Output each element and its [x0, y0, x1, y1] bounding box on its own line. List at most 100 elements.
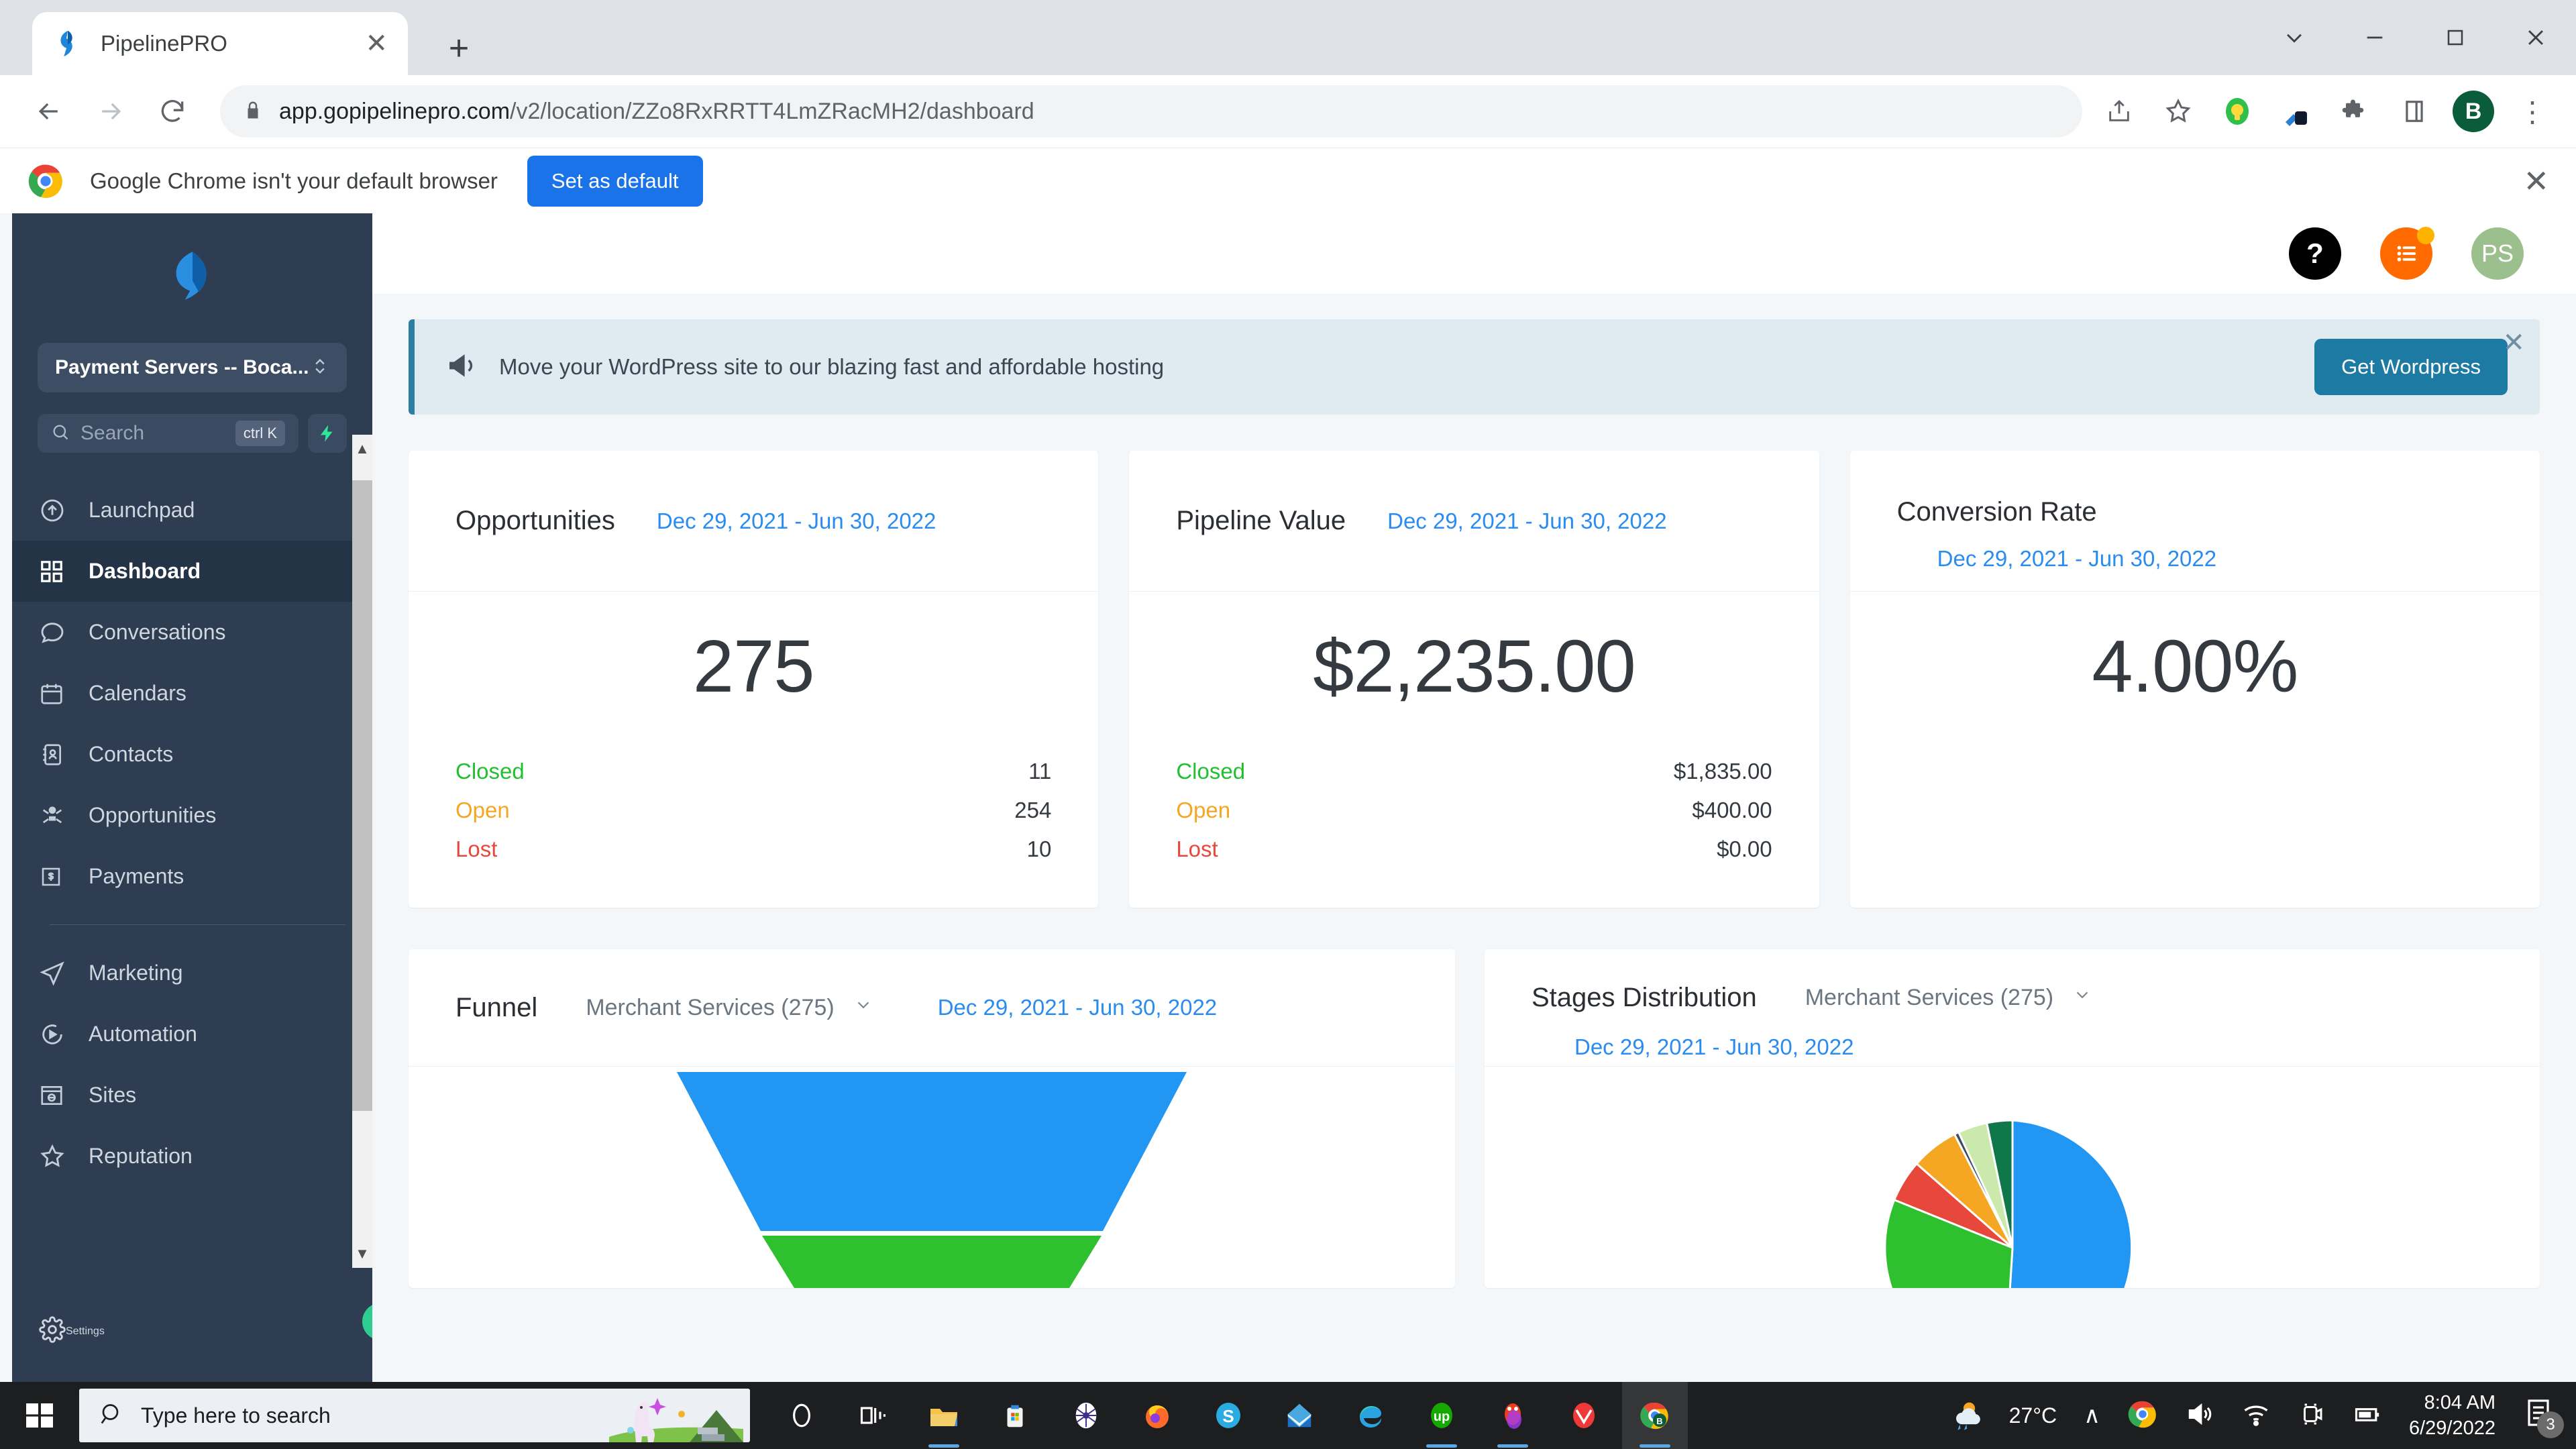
sidebar-item-reputation[interactable]: Reputation	[12, 1126, 372, 1187]
taskbar-clock[interactable]: 8:04 AM 6/29/2022	[2409, 1390, 2496, 1442]
notification-center-button[interactable]: 3	[2522, 1397, 2564, 1438]
sidebar-label: Sites	[89, 1083, 137, 1107]
mail-icon[interactable]	[1267, 1382, 1332, 1449]
tasks-button[interactable]	[2380, 227, 2434, 280]
tray-expand-icon[interactable]: ∧	[2084, 1402, 2100, 1429]
upwork-icon[interactable]: up	[1409, 1382, 1474, 1449]
taskbar-search-placeholder: Type here to search	[141, 1403, 331, 1428]
sidebar-item-launchpad[interactable]: Launchpad	[12, 480, 372, 541]
stages-panel: Stages Distribution Merchant Services (2…	[1485, 949, 2540, 1288]
minimize-window-button[interactable]	[2334, 0, 2415, 75]
dashboard-grid-icon	[39, 559, 76, 584]
sidebar-item-opportunities[interactable]: Opportunities	[12, 785, 372, 846]
sidebar-item-automation[interactable]: Automation	[12, 1004, 372, 1065]
sidebar-scrollbar[interactable]: ▲ ▼	[352, 435, 372, 1268]
get-wordpress-button[interactable]: Get Wordpress	[2314, 339, 2508, 395]
tasks-notification-dot	[2417, 227, 2434, 244]
weather-icon[interactable]	[1947, 1397, 1982, 1435]
launchpad-icon	[39, 497, 76, 524]
card-legend: Closed 11 Open 254 Lost 10	[455, 752, 1051, 869]
pipelinepro-favicon-icon	[52, 28, 83, 59]
photoshop-icon[interactable]	[1480, 1382, 1546, 1449]
share-icon[interactable]	[2098, 91, 2140, 132]
side-panel-icon[interactable]	[2394, 91, 2435, 132]
infobar-close-icon[interactable]: ✕	[2523, 163, 2549, 199]
sidebar-item-contacts[interactable]: Contacts	[12, 724, 372, 785]
app-logo	[12, 213, 372, 337]
address-bar[interactable]: app.gopipelinepro.com/v2/location/ZZo8Rx…	[220, 85, 2082, 138]
sidebar-item-settings[interactable]: Settings	[12, 1301, 372, 1362]
notification-count-badge: 3	[2537, 1411, 2564, 1438]
chevron-down-icon	[853, 995, 873, 1021]
back-button-icon[interactable]	[23, 85, 75, 138]
sidebar-label: Settings	[66, 1325, 105, 1337]
tab-search-chevron-icon[interactable]	[2254, 0, 2334, 75]
card-header: Opportunities Dec 29, 2021 - Jun 30, 202…	[409, 451, 1099, 592]
megaphone-icon	[447, 350, 478, 384]
sidebar-item-payments[interactable]: Payments	[12, 846, 372, 907]
panel-title: Stages Distribution	[1532, 982, 1757, 1012]
scrollbar-thumb[interactable]	[352, 480, 372, 1111]
stages-date-range[interactable]: Dec 29, 2021 - Jun 30, 2022	[1574, 1034, 1854, 1060]
search-input[interactable]: Search ctrl K	[38, 414, 299, 453]
eyedropper-extension-icon[interactable]	[2275, 91, 2317, 132]
battery-icon[interactable]	[2353, 1399, 2382, 1432]
quick-action-bolt-icon[interactable]	[308, 414, 347, 453]
task-view-icon[interactable]	[840, 1382, 906, 1449]
forward-button-icon[interactable]	[85, 85, 137, 138]
browser-tab[interactable]: PipelinePRO ✕	[32, 12, 408, 75]
scroll-down-arrow-icon[interactable]: ▼	[352, 1240, 372, 1268]
skype-icon[interactable]: S	[1195, 1382, 1261, 1449]
chrome-menu-icon[interactable]: ⋮	[2512, 91, 2553, 132]
close-window-button[interactable]	[2496, 0, 2576, 75]
card-date-range[interactable]: Dec 29, 2021 - Jun 30, 2022	[1387, 508, 1666, 534]
sidebar-item-conversations[interactable]: Conversations	[12, 602, 372, 663]
help-button[interactable]: ?	[2289, 227, 2341, 280]
new-tab-button[interactable]: +	[435, 24, 483, 72]
user-avatar[interactable]: PS	[2471, 227, 2524, 280]
sidebar-label: Contacts	[89, 742, 174, 766]
clock-date: 6/29/2022	[2408, 1417, 2496, 1439]
vivaldi-icon[interactable]	[1551, 1382, 1617, 1449]
chrome-icon[interactable]: B	[1622, 1382, 1688, 1449]
wifi-icon[interactable]	[2241, 1399, 2271, 1432]
start-button[interactable]	[0, 1382, 79, 1449]
legend-value: $0.00	[1717, 837, 1772, 861]
sidebar-label: Reputation	[89, 1144, 193, 1168]
camera-icon[interactable]	[2298, 1400, 2326, 1432]
edge-icon[interactable]	[1338, 1382, 1403, 1449]
chrome-tray-icon[interactable]	[2127, 1399, 2158, 1433]
reload-button-icon[interactable]	[146, 85, 199, 138]
file-explorer-icon[interactable]	[911, 1382, 977, 1449]
stages-pipeline-select[interactable]: Merchant Services (275)	[1805, 985, 2092, 1011]
scroll-up-arrow-icon[interactable]: ▲	[352, 435, 372, 463]
funnel-pipeline-select[interactable]: Merchant Services (275)	[586, 995, 873, 1021]
account-switcher[interactable]: Payment Servers -- Boca...	[38, 343, 347, 392]
sidebar-item-marketing[interactable]: Marketing	[12, 943, 372, 1004]
funnel-date-range[interactable]: Dec 29, 2021 - Jun 30, 2022	[938, 995, 1217, 1020]
wordpress-promo-banner: Move your WordPress site to our blazing …	[409, 319, 2540, 415]
promo-close-icon[interactable]: ✕	[2502, 327, 2525, 358]
microsoft-store-icon[interactable]	[982, 1382, 1048, 1449]
settings-wheel-icon[interactable]	[1053, 1382, 1119, 1449]
legend-value: $1,835.00	[1673, 759, 1772, 784]
sidebar-item-dashboard[interactable]: Dashboard	[12, 541, 372, 602]
maximize-window-button[interactable]	[2415, 0, 2496, 75]
cortana-icon[interactable]	[769, 1382, 835, 1449]
puzzle-extensions-icon[interactable]	[2334, 91, 2376, 132]
card-date-range[interactable]: Dec 29, 2021 - Jun 30, 2022	[657, 508, 936, 534]
bookmark-star-icon[interactable]	[2157, 91, 2199, 132]
firefox-icon[interactable]	[1124, 1382, 1190, 1449]
volume-icon[interactable]	[2185, 1399, 2214, 1432]
window-controls	[2254, 0, 2576, 75]
lightbulb-extension-icon[interactable]	[2216, 91, 2258, 132]
set-as-default-button[interactable]: Set as default	[527, 155, 703, 207]
tab-close-icon[interactable]: ✕	[365, 30, 388, 57]
sidebar-item-sites[interactable]: Sites	[12, 1065, 372, 1126]
profile-avatar[interactable]: B	[2453, 91, 2494, 132]
tab-strip: PipelinePRO ✕ +	[0, 0, 2576, 75]
sidebar-item-calendars[interactable]: Calendars	[12, 663, 372, 724]
chrome-logo-icon	[27, 162, 64, 200]
card-date-range[interactable]: Dec 29, 2021 - Jun 30, 2022	[1937, 546, 2216, 572]
taskbar-search-box[interactable]: Type here to search	[79, 1389, 750, 1442]
